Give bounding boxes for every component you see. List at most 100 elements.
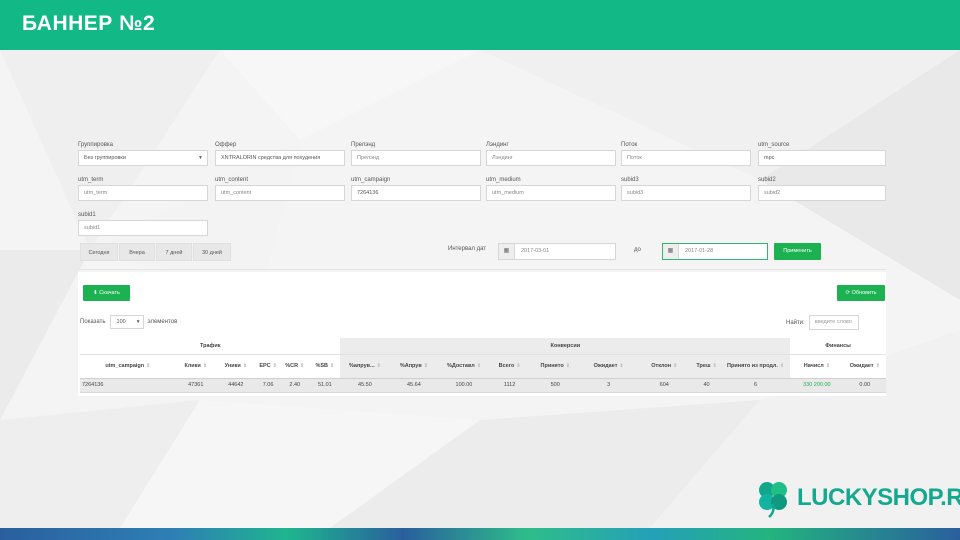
column-header[interactable]: utm_campaign ⇕ bbox=[80, 353, 176, 379]
subid2-input[interactable]: subid2 bbox=[758, 185, 886, 201]
date-to-value: 2017-01-28 bbox=[685, 248, 714, 254]
background-pattern bbox=[0, 50, 960, 528]
column-header[interactable]: %CR ⇕ bbox=[280, 353, 310, 379]
column-header[interactable]: Принято из продл. ⇕ bbox=[721, 353, 791, 379]
utm-medium-input[interactable]: utm_medium bbox=[486, 185, 616, 201]
quick-date-7days[interactable]: 7 дней bbox=[156, 243, 192, 261]
utm-term-label: utm_term bbox=[78, 177, 104, 183]
table-row[interactable]: 7264136 47361 44642 7.06 2.40 51.01 45.50 45.64… bbox=[80, 378, 886, 393]
offer-input[interactable]: XNTRALORIN средства для похудения bbox=[215, 150, 345, 166]
table-cell: 7.06 bbox=[255, 378, 281, 393]
chevron-down-icon: ▼ bbox=[198, 155, 203, 161]
table-cell: 44642 bbox=[215, 378, 256, 393]
utm-term-input[interactable]: utm_term bbox=[78, 185, 208, 201]
column-header[interactable]: %апрув... ⇕ bbox=[340, 353, 390, 379]
utm-content-input[interactable]: utm_content bbox=[215, 185, 345, 201]
date-to-input[interactable]: ▦ 2017-01-28 bbox=[662, 243, 768, 260]
table-cell: 330 200.00 bbox=[790, 378, 844, 393]
column-header[interactable]: Ожидает ⇕ bbox=[843, 353, 886, 379]
utm-content-field: utm_content utm_content bbox=[215, 175, 345, 201]
sort-icon[interactable]: ⇕ bbox=[477, 363, 481, 369]
column-header[interactable]: Ожидает ⇕ bbox=[580, 353, 637, 379]
table-cell: 1112 bbox=[489, 378, 530, 393]
sort-icon[interactable]: ⇕ bbox=[673, 363, 677, 369]
stream-input[interactable]: Поток bbox=[621, 150, 751, 166]
page-size-value: 100 bbox=[116, 319, 126, 325]
page-size-select[interactable]: 100 ▾ bbox=[109, 315, 144, 329]
column-header[interactable]: Уники ⇕ bbox=[215, 353, 256, 379]
subid3-input[interactable]: subid3 bbox=[621, 185, 751, 201]
sort-icon[interactable]: ⇕ bbox=[713, 363, 717, 369]
column-header[interactable]: EPC ⇕ bbox=[255, 353, 281, 379]
column-header[interactable]: Начисл ⇕ bbox=[790, 353, 844, 379]
column-header-label: utm_campaign bbox=[105, 362, 145, 369]
calendar-icon[interactable]: ▦ bbox=[499, 244, 515, 259]
page-size-control: Показать 100 ▾ элементов bbox=[80, 315, 177, 329]
grouping-label: Группировка bbox=[78, 142, 113, 148]
group-finance: Финансы bbox=[790, 338, 886, 354]
download-button[interactable]: ⬇ Скачать bbox=[83, 285, 130, 301]
sort-icon[interactable]: ⇕ bbox=[516, 363, 520, 369]
prelanding-input[interactable]: Прелэнд bbox=[351, 150, 481, 166]
clover-icon bbox=[759, 482, 787, 518]
column-header-label: EPC bbox=[259, 362, 271, 369]
subid3-label: subid3 bbox=[621, 177, 639, 183]
sort-icon[interactable]: ⇕ bbox=[146, 363, 150, 369]
quick-date-today[interactable]: Сегодня bbox=[80, 243, 118, 261]
refresh-button[interactable]: ⟳ Обновить bbox=[837, 285, 885, 301]
subid3-field: subid3 subid3 bbox=[621, 175, 751, 201]
search-input[interactable]: введите слово bbox=[808, 315, 859, 330]
apply-button[interactable]: Применить bbox=[774, 243, 821, 260]
column-header[interactable]: Клики ⇕ bbox=[175, 353, 216, 379]
utm-source-input[interactable]: mpc bbox=[758, 150, 886, 166]
sort-icon[interactable]: ⇕ bbox=[330, 363, 334, 369]
grouping-select[interactable]: Без группировки ▼ bbox=[78, 150, 208, 166]
quick-date-30days[interactable]: 30 дней bbox=[193, 243, 231, 261]
offer-label: Оффер bbox=[215, 142, 237, 148]
utm-source-label: utm_source bbox=[758, 142, 790, 148]
refresh-label: Обновить bbox=[851, 290, 877, 296]
refresh-icon: ⟳ bbox=[845, 290, 851, 296]
column-header[interactable]: %Доставл ⇕ bbox=[438, 353, 490, 379]
search-control: Найти: введите слово bbox=[786, 315, 859, 330]
entries-label: элементов bbox=[147, 319, 178, 325]
date-from-input[interactable]: ▦ 2017-03-01 bbox=[498, 243, 616, 260]
sort-icon[interactable]: ⇕ bbox=[203, 363, 207, 369]
sort-icon[interactable]: ⇕ bbox=[377, 363, 381, 369]
column-header-label: Принято из продл. bbox=[727, 362, 778, 369]
column-header[interactable]: %Апрув ⇕ bbox=[389, 353, 439, 379]
sort-icon[interactable]: ⇕ bbox=[876, 363, 880, 369]
column-header-label: %Апрув bbox=[399, 362, 422, 369]
subid1-input[interactable]: subid1 bbox=[78, 220, 208, 236]
landing-input[interactable]: Лэндинг bbox=[486, 150, 616, 166]
subid2-label: subid2 bbox=[758, 177, 776, 183]
column-header-label: %CR bbox=[285, 362, 299, 369]
column-header-label: %Доставл bbox=[446, 362, 475, 369]
column-header[interactable]: Треш ⇕ bbox=[692, 353, 722, 379]
show-label: Показать bbox=[80, 319, 106, 325]
table-cell: 500 bbox=[529, 378, 581, 393]
sort-icon[interactable]: ⇕ bbox=[273, 363, 277, 369]
stats-table: Трафик Конверсии Финансы utm_campaign ⇕ Кл… bbox=[80, 338, 886, 393]
column-header-label: Всего bbox=[498, 362, 515, 369]
sort-icon[interactable]: ⇕ bbox=[566, 363, 570, 369]
column-header[interactable]: %SB ⇕ bbox=[309, 353, 341, 379]
sort-icon[interactable]: ⇕ bbox=[300, 363, 304, 369]
sort-icon[interactable]: ⇕ bbox=[619, 363, 623, 369]
download-label: Скачать bbox=[99, 290, 120, 296]
sort-icon[interactable]: ⇕ bbox=[424, 363, 428, 369]
table-cell: 7264136 bbox=[80, 378, 176, 393]
sort-icon[interactable]: ⇕ bbox=[780, 363, 784, 369]
slide-header: БАННЕР №2 bbox=[0, 0, 960, 50]
column-header[interactable]: Всего ⇕ bbox=[489, 353, 530, 379]
sort-icon[interactable]: ⇕ bbox=[243, 363, 247, 369]
table-cell: 100.00 bbox=[438, 378, 490, 393]
column-header[interactable]: Отклон ⇕ bbox=[636, 353, 693, 379]
quick-date-yesterday[interactable]: Вчера bbox=[119, 243, 155, 261]
sort-icon[interactable]: ⇕ bbox=[826, 363, 830, 369]
subid1-field: subid1 subid1 bbox=[78, 210, 208, 236]
column-header[interactable]: Принято ⇕ bbox=[529, 353, 581, 379]
calendar-icon[interactable]: ▦ bbox=[663, 244, 679, 259]
table-cell: 45.50 bbox=[340, 378, 390, 393]
utm-campaign-input[interactable]: 7264136 bbox=[351, 185, 481, 201]
